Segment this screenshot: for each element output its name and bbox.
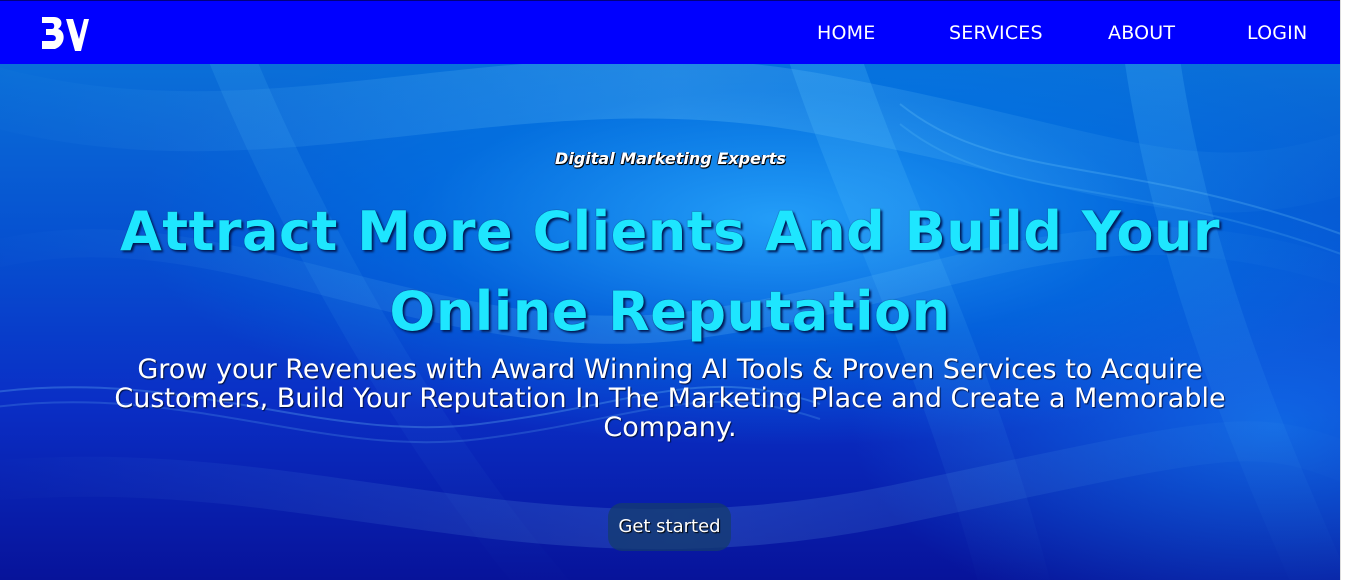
hero-tagline: Digital Marketing Experts — [555, 149, 786, 168]
nav-login-link[interactable]: LOGIN — [1247, 22, 1307, 44]
nav-about-link[interactable]: ABOUT — [1108, 22, 1175, 44]
get-started-button[interactable]: Get started — [608, 503, 731, 551]
hero-subtext: Grow your Revenues with Award Winning AI… — [114, 354, 1226, 443]
hero-headline: Attract More Clients And Build Your Onli… — [119, 200, 1221, 343]
hero-section: Digital Marketing Experts Attract More C… — [0, 64, 1341, 580]
navbar: HOME SERVICES ABOUT LOGIN — [0, 0, 1341, 64]
nav-home-link[interactable]: HOME — [817, 22, 875, 44]
page: HOME SERVICES ABOUT LOGIN Digital Market… — [0, 0, 1341, 580]
brand-logo[interactable] — [40, 15, 90, 53]
nav-services-link[interactable]: SERVICES — [949, 22, 1043, 44]
window-scrollbar-edge — [1340, 0, 1345, 580]
